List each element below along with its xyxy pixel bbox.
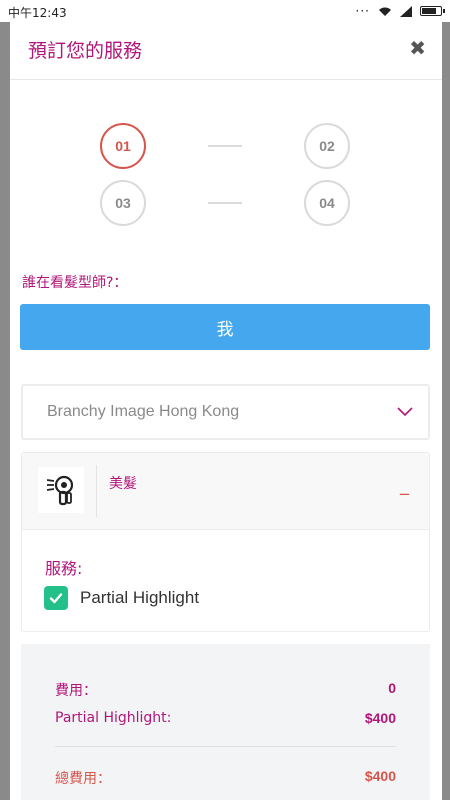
category-divider	[96, 465, 97, 517]
step-4[interactable]: 04	[304, 180, 350, 226]
service-fee-value: $400	[364, 710, 396, 726]
signal-dots-icon: ···	[355, 4, 370, 18]
service-name: Partial Highlight	[80, 588, 200, 607]
service-option[interactable]: Partial Highlight	[44, 585, 199, 611]
service-fee-label: Partial Highlight:	[55, 710, 172, 726]
salon-select-value: Branchy Image Hong Kong	[47, 403, 240, 420]
services-label: 服務:	[45, 559, 83, 578]
step-2[interactable]: 02	[304, 123, 350, 169]
category-card: 美髮 _ 服務: Partial Highlight	[21, 452, 430, 632]
fee-summary: 費用： 0 Partial Highlight: $400 總費用： $400	[21, 644, 430, 800]
fee-row: 費用： 0	[55, 680, 396, 700]
status-icons: ···	[355, 4, 445, 18]
total-row: 總費用： $400	[55, 768, 396, 788]
total-value: $400	[364, 768, 396, 784]
step-1[interactable]: 01	[100, 123, 146, 169]
chevron-down-icon	[397, 407, 413, 417]
booking-sheet: 預訂您的服務 ✖ 01 02 03 04 誰在看髮型師?： 我 Branchy …	[10, 22, 442, 800]
salon-select[interactable]: Branchy Image Hong Kong	[21, 384, 430, 440]
hair-dryer-graphic	[46, 475, 74, 506]
check-icon	[49, 593, 63, 604]
total-label: 總費用：	[55, 771, 111, 787]
stylist-for-label: 誰在看髮型師?：	[22, 275, 128, 291]
status-bar: 中午12:43 ···	[0, 0, 450, 22]
step-connector	[208, 202, 242, 204]
hair-dryer-icon	[38, 467, 84, 513]
battery-icon	[420, 6, 445, 16]
summary-divider	[55, 746, 396, 747]
wifi-icon	[379, 7, 391, 16]
sheet-header: 預訂您的服務 ✖	[10, 22, 442, 80]
collapse-toggle[interactable]: _	[400, 475, 409, 496]
step-connector	[208, 145, 242, 147]
step-3[interactable]: 03	[100, 180, 146, 226]
category-name: 美髮	[109, 476, 137, 492]
close-icon[interactable]: ✖	[409, 36, 426, 60]
page-title: 預訂您的服務	[28, 40, 143, 62]
checkbox-checked-icon[interactable]	[44, 586, 68, 610]
service-fee-row: Partial Highlight: $400	[55, 710, 396, 726]
me-button[interactable]: 我	[20, 304, 430, 350]
cellular-signal-icon	[400, 5, 412, 17]
category-header[interactable]: 美髮 _	[22, 453, 429, 530]
fee-value: 0	[388, 680, 396, 696]
status-time: 中午12:43	[8, 6, 67, 20]
battery-level	[422, 8, 437, 14]
fee-label: 費用：	[55, 683, 97, 699]
